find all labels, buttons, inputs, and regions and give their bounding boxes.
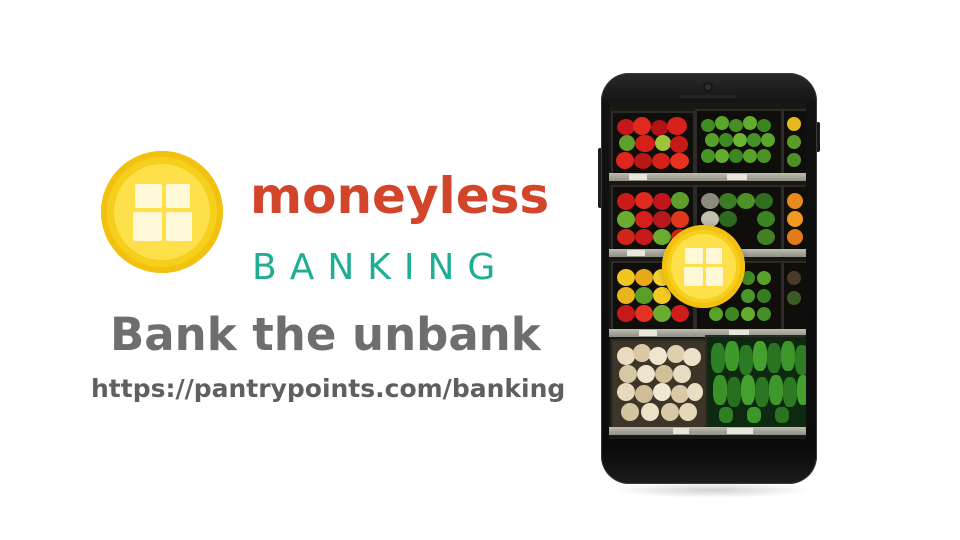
price-tag <box>627 250 645 256</box>
price-tag <box>727 428 753 434</box>
logo-coin-icon <box>101 151 223 273</box>
phone-shadow <box>612 482 812 498</box>
crate-dark-produce <box>782 261 806 331</box>
crate-orange-peppers <box>782 185 806 251</box>
price-tag <box>629 174 647 180</box>
crate-mixed <box>782 109 806 175</box>
brand-subtitle: BANKING <box>252 247 509 288</box>
tagline: Bank the unbank <box>110 308 541 361</box>
coin-grid-icon <box>662 225 745 308</box>
price-tag <box>639 330 657 336</box>
brand-wordmark: moneyless <box>250 167 550 225</box>
crate-garlic <box>611 339 707 429</box>
price-tag <box>727 174 747 180</box>
shelf-4 <box>609 427 806 435</box>
price-tag <box>673 428 689 434</box>
crate-cucumbers <box>705 335 806 429</box>
crate-limes <box>695 109 783 175</box>
speaker-grille <box>680 95 736 98</box>
camera-icon <box>703 82 713 92</box>
website-url: https://pantrypoints.com/banking <box>91 374 566 403</box>
crate-red-peppers <box>611 111 695 175</box>
